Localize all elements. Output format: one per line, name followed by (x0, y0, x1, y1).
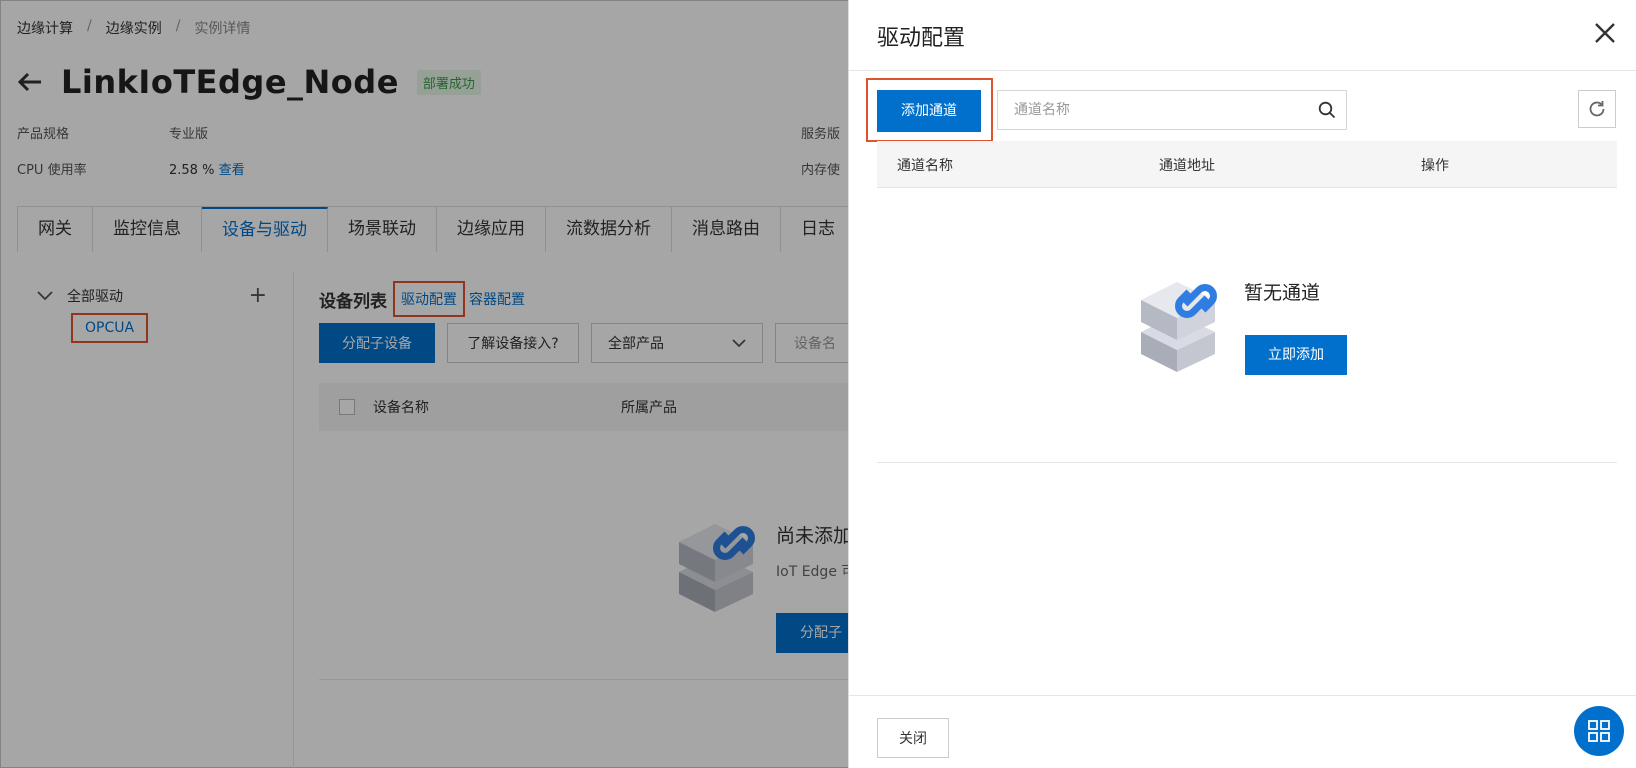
col-channel-name: 通道名称 (897, 158, 953, 174)
refresh-icon (1589, 101, 1605, 117)
floating-apps-button[interactable] (1574, 706, 1624, 756)
divider (877, 462, 1617, 463)
grid-icon (1588, 720, 1610, 742)
drawer-footer: 关闭 (849, 695, 1636, 768)
add-now-button[interactable]: 立即添加 (1245, 335, 1347, 375)
refresh-button[interactable] (1578, 90, 1616, 128)
add-channel-button[interactable]: 添加通道 (877, 90, 981, 132)
close-icon[interactable] (1594, 22, 1616, 44)
modal-overlay[interactable] (0, 0, 848, 768)
empty-channel-illustration (1141, 282, 1217, 372)
search-icon[interactable] (1318, 101, 1336, 119)
col-channel-address: 通道地址 (1159, 158, 1215, 174)
channel-search (997, 90, 1347, 130)
driver-config-drawer: 驱动配置 添加通道 通道名称 通道地址 操作 暂无通道 立即添加 关闭 (848, 0, 1636, 768)
drawer-header: 驱动配置 (849, 0, 1636, 71)
channel-search-input[interactable] (998, 91, 1346, 129)
channel-empty-title: 暂无通道 (1244, 282, 1321, 304)
col-actions: 操作 (1421, 158, 1449, 174)
close-button[interactable]: 关闭 (877, 718, 949, 758)
drawer-title: 驱动配置 (877, 26, 966, 51)
channel-table-header: 通道名称 通道地址 操作 (877, 141, 1617, 188)
